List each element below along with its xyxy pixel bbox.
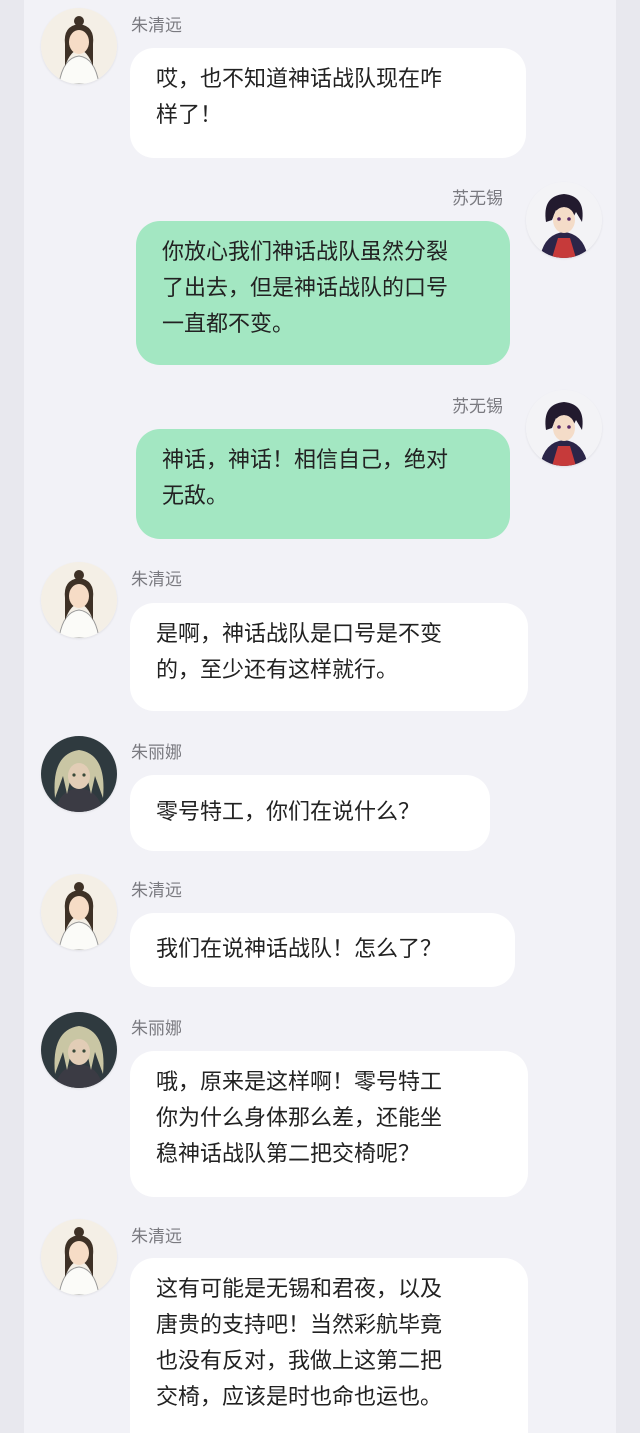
message-text-line: 哦，原来是这样啊！零号特工	[156, 1070, 443, 1095]
blonde-anime-avatar-icon[interactable]	[41, 736, 117, 812]
sender-name: 朱丽娜	[131, 1019, 182, 1039]
message-bubble[interactable]: 这有可能是无锡和君夜，以及 唐贵的支持吧！当然彩航毕竟 也没有反对，我做上这第二…	[130, 1258, 528, 1433]
message-text-line: 也没有反对，我做上这第二把	[156, 1349, 443, 1374]
right-margin	[616, 0, 640, 1433]
message-bubble[interactable]: 我们在说神话战队！怎么了？	[130, 913, 515, 987]
sender-name: 朱清远	[131, 1227, 182, 1247]
message-text-line: 的，至少还有这样就行。	[156, 658, 399, 683]
message-bubble[interactable]: 神话，神话！相信自己，绝对 无敌。	[136, 429, 510, 539]
message-bubble[interactable]: 哦，原来是这样啊！零号特工 你为什么身体那么差，还能坐 稳神话战队第二把交椅呢？	[130, 1051, 528, 1197]
message-text-line: 这有可能是无锡和君夜，以及	[156, 1277, 443, 1302]
message-bubble[interactable]: 哎，也不知道神话战队现在咋 样了！	[130, 48, 526, 158]
message-text-line: 样了！	[156, 103, 223, 128]
sender-name: 苏无锡	[452, 397, 503, 417]
sender-name: 朱清远	[131, 16, 182, 36]
message-text-line: 你放心我们神话战队虽然分裂	[162, 240, 449, 265]
sender-name: 朱清远	[131, 570, 182, 590]
chat-message-list[interactable]: 朱清远 哎，也不知道神话战队现在咋 样了！ 苏无锡 你放心我们神话战队虽然分裂 …	[24, 0, 616, 1433]
sender-name: 朱清远	[131, 881, 182, 901]
sender-name: 朱丽娜	[131, 743, 182, 763]
message-bubble[interactable]: 是啊，神话战队是口号是不变 的，至少还有这样就行。	[130, 603, 528, 711]
message-bubble[interactable]: 零号特工，你们在说什么？	[130, 775, 490, 851]
message-text-line: 交椅，应该是时也命也运也。	[156, 1385, 443, 1410]
message-text-line: 神话，神话！相信自己，绝对	[162, 448, 449, 473]
message-text-line: 稳神话战队第二把交椅呢？	[156, 1142, 421, 1167]
dark-hair-anime-avatar-icon[interactable]	[526, 390, 602, 466]
woman-long-hair-avatar-icon[interactable]	[41, 8, 117, 84]
message-text-line: 唐贵的支持吧！当然彩航毕竟	[156, 1313, 443, 1338]
message-text-line: 无敌。	[162, 484, 229, 509]
sender-name: 苏无锡	[452, 189, 503, 209]
message-text-line: 一直都不变。	[162, 312, 295, 337]
woman-long-hair-avatar-icon[interactable]	[41, 874, 117, 950]
message-bubble[interactable]: 你放心我们神话战队虽然分裂 了出去，但是神话战队的口号 一直都不变。	[136, 221, 510, 365]
blonde-anime-avatar-icon[interactable]	[41, 1012, 117, 1088]
message-text-line: 我们在说神话战队！怎么了？	[156, 937, 443, 962]
message-text-line: 哎，也不知道神话战队现在咋	[156, 67, 443, 92]
message-text-line: 是啊，神话战队是口号是不变	[156, 622, 443, 647]
message-text-line: 你为什么身体那么差，还能坐	[156, 1106, 443, 1131]
message-text-line: 零号特工，你们在说什么？	[156, 800, 421, 825]
left-margin	[0, 0, 24, 1433]
dark-hair-anime-avatar-icon[interactable]	[526, 182, 602, 258]
woman-long-hair-avatar-icon[interactable]	[41, 562, 117, 638]
message-text-line: 了出去，但是神话战队的口号	[162, 276, 449, 301]
woman-long-hair-avatar-icon[interactable]	[41, 1219, 117, 1295]
